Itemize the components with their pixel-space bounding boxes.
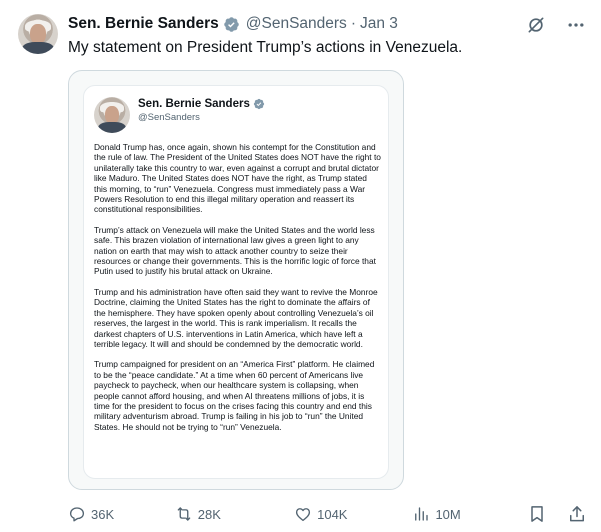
statement-card: Sen. Bernie Sanders @SenSanders Donald T…	[83, 85, 389, 479]
post-text: My statement on President Trump’s action…	[68, 39, 463, 56]
more-icon[interactable]	[565, 14, 587, 36]
statement-body: Donald Trump has, once again, shown his …	[94, 142, 382, 442]
separator-dot: ·	[350, 15, 356, 32]
author-handle[interactable]: @SenSanders	[246, 15, 347, 33]
like-icon	[296, 508, 311, 522]
card-author-name-row: Sen. Bernie Sanders	[138, 98, 265, 110]
verified-icon	[224, 16, 239, 32]
views-count: 10M	[435, 506, 461, 522]
card-verified-icon	[253, 98, 264, 110]
views-button[interactable]: 10M	[412, 505, 526, 523]
statement-image[interactable]: Sen. Bernie Sanders @SenSanders Donald T…	[68, 70, 404, 490]
action-bar: 36K 28K 104K 10M	[68, 504, 588, 524]
avatar[interactable]	[18, 14, 58, 54]
views-icon	[415, 507, 429, 521]
like-count: 104K	[317, 506, 348, 522]
statement-paragraph: Donald Trump has, once again, shown his …	[94, 142, 381, 215]
avatar-face	[30, 24, 46, 44]
statement-paragraph: Trump campaigned for president on an “Am…	[94, 359, 375, 432]
grok-icon[interactable]	[525, 14, 547, 36]
statement-paragraph: Trump and his administration have often …	[94, 286, 378, 349]
right-actions	[526, 503, 588, 525]
statement-paragraph: Trump’s attack on Venezuela will make th…	[94, 224, 376, 277]
author-name[interactable]: Sen. Bernie Sanders	[68, 15, 219, 33]
reply-count: 36K	[91, 506, 115, 522]
top-actions	[525, 14, 587, 36]
repost-button[interactable]: 28K	[175, 505, 294, 523]
card-author-name: Sen. Bernie Sanders	[138, 98, 250, 110]
bookmark-icon[interactable]	[526, 503, 548, 525]
card-avatar	[94, 97, 130, 133]
share-icon[interactable]	[566, 503, 588, 525]
repost-count: 28K	[197, 506, 221, 522]
reply-button[interactable]: 36K	[68, 505, 175, 523]
card-avatar-shirt	[98, 122, 126, 133]
reply-icon	[69, 507, 85, 522]
post-date[interactable]: Jan 3	[360, 15, 398, 33]
avatar-shirt	[22, 42, 54, 54]
like-button[interactable]: 104K	[294, 505, 412, 523]
card-author-handle: @SenSanders	[138, 112, 200, 123]
repost-icon	[177, 507, 191, 521]
post-header: Sen. Bernie Sanders @SenSanders · Jan 3	[68, 13, 398, 35]
